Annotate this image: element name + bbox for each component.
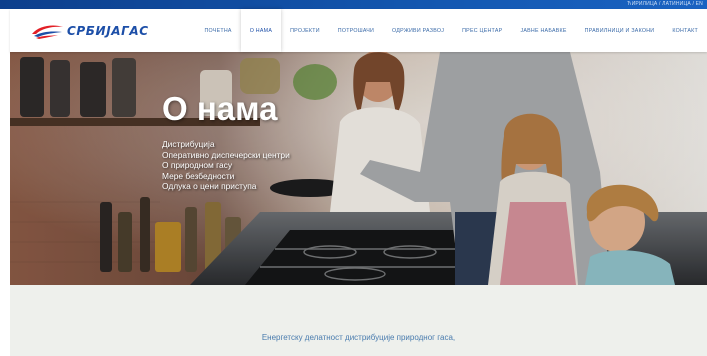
language-switcher-link[interactable]: ЋИРИЛИЦА / ЛАТИНИЦА / EN <box>627 1 703 8</box>
submenu-link-2[interactable]: Оперативно диспечерски центри <box>162 150 290 161</box>
submenu-link-1[interactable]: Дистрибуција <box>162 139 290 150</box>
hero-banner: О нама Дистрибуција Оперативно диспечерск… <box>10 52 707 285</box>
site-header: СРБИЈАГАС ПОЧЕТНА О НАМА ПРОЈЕКТИ ПОТРОШАЧИ… <box>10 9 707 52</box>
top-utility-bar: ЋИРИЛИЦА / ЛАТИНИЦА / EN <box>0 0 707 9</box>
intro-section: Енергетску делатност дистрибуције природ… <box>10 285 707 356</box>
submenu-link-5[interactable]: Одлука о цени приступа <box>162 181 290 192</box>
site-logo[interactable]: СРБИЈАГАС <box>30 22 149 40</box>
main-navigation: ПОЧЕТНА О НАМА ПРОЈЕКТИ ПОТРОШАЧИ ОДРЖИВИ РА… <box>196 9 707 52</box>
kitchen-family-cooking-photo <box>10 52 707 285</box>
submenu-link-3[interactable]: О природном гасу <box>162 160 290 171</box>
nav-item-9[interactable]: КОНТАКТ <box>663 9 707 52</box>
nav-item-4[interactable]: ПОТРОШАЧИ <box>329 9 383 52</box>
nav-item-3[interactable]: ПРОЈЕКТИ <box>281 9 329 52</box>
page-title: О нама <box>162 90 278 127</box>
intro-text: Енергетску делатност дистрибуције природ… <box>261 333 456 342</box>
nav-item-6[interactable]: ПРЕС ЦЕНТАР <box>453 9 511 52</box>
about-submenu: Дистрибуција Оперативно диспечерски центр… <box>162 139 290 192</box>
nav-item-1[interactable]: ПОЧЕТНА <box>196 9 241 52</box>
nav-item-7[interactable]: ЈАВНЕ НАБАВКЕ <box>511 9 575 52</box>
logo-text: СРБИЈАГАС <box>67 24 149 38</box>
nav-item-2[interactable]: О НАМА <box>240 9 282 52</box>
nav-item-8[interactable]: ПРАВИЛНИЦИ И ЗАКОНИ <box>576 9 664 52</box>
submenu-link-4[interactable]: Мере безбедности <box>162 171 290 182</box>
gas-flame-logo-icon <box>32 25 63 39</box>
nav-item-5[interactable]: ОДРЖИВИ РАЗВОЈ <box>383 9 453 52</box>
